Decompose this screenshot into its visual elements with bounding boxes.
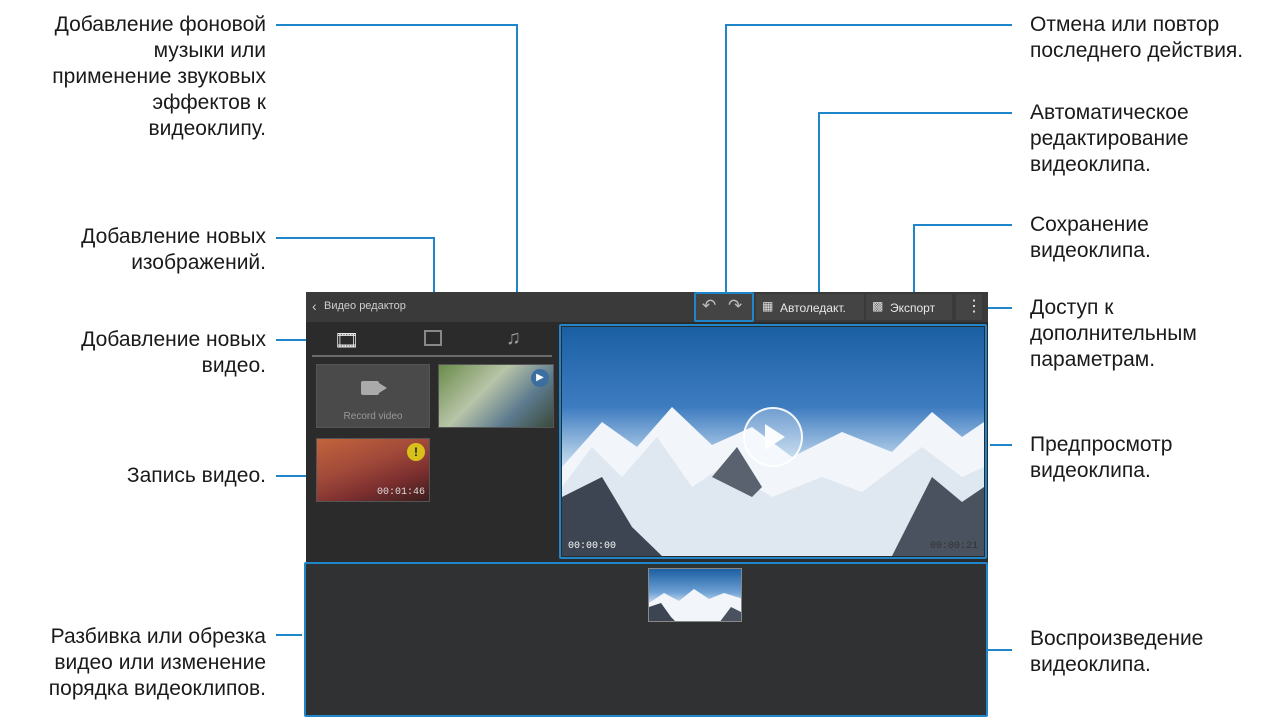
video-thumbnail-canyon[interactable]: ! 00:01:46: [316, 438, 430, 502]
callout-reorder: Разбивка или обрезка видео или изменение…: [48, 625, 266, 700]
warning-badge-icon: !: [407, 443, 425, 461]
camera-lens-icon: [379, 383, 387, 393]
record-video-label: Record video: [343, 411, 403, 422]
top-bar: ‹ Видео редактор ↶ ↷ ▦ Автоледакт. ▩ Экс…: [306, 292, 988, 322]
line-auto-edit: [818, 112, 1012, 292]
callout-save: Сохранение видеоклипа.: [1030, 213, 1151, 262]
film-icon: ▩: [872, 299, 884, 313]
line-music: [276, 24, 518, 320]
highlight-preview: [559, 324, 987, 559]
tab-image-icon[interactable]: [424, 330, 442, 346]
callout-play: Воспроизведение видеоклипа.: [1030, 627, 1204, 676]
export-label: Экспорт: [890, 301, 936, 315]
callout-more: Доступ к дополнительным параметрам.: [1030, 296, 1197, 371]
tab-video-film-icon[interactable]: 🎞: [334, 328, 359, 353]
clip-duration: 00:01:46: [376, 487, 425, 498]
highlight-timeline: [304, 562, 988, 717]
callout-record: Запись видео.: [126, 464, 266, 487]
callout-images: Добавление новых изображений.: [81, 225, 266, 274]
export-button[interactable]: ▩ Экспорт: [866, 294, 952, 320]
line-undo-redo: [725, 24, 1012, 292]
video-thumbnail-river[interactable]: ▶: [438, 364, 554, 428]
video-editor-screen: ‹ Видео редактор ↶ ↷ ▦ Автоледакт. ▩ Экс…: [304, 292, 988, 717]
more-vertical-icon: ⋮: [966, 298, 982, 315]
play-badge-icon: ▶: [531, 369, 549, 387]
tab-music-icon[interactable]: ♫: [506, 327, 521, 350]
callout-videos: Добавление новых видео.: [81, 328, 266, 377]
app-title: Видео редактор: [324, 300, 406, 312]
camera-icon: [361, 381, 379, 395]
media-tabs: 🎞 ♫: [306, 322, 556, 358]
record-video-tile[interactable]: Record video: [316, 364, 430, 428]
tab-underline: [312, 355, 552, 357]
auto-edit-button[interactable]: ▦ Автоледакт.: [756, 294, 864, 320]
callout-undo-redo: Отмена или повтор последнего действия.: [1030, 13, 1244, 62]
callout-music: Добавление фоновой музыки или применение…: [52, 13, 266, 140]
back-chevron-icon[interactable]: ‹: [312, 298, 317, 314]
callout-auto-edit: Автоматическое редактирование видеоклипа…: [1030, 101, 1189, 176]
callout-preview: Предпросмотр видеоклипа.: [1030, 433, 1173, 482]
auto-edit-label: Автоледакт.: [780, 301, 846, 315]
auto-edit-icon: ▦: [762, 299, 774, 313]
more-options-button[interactable]: ⋮: [956, 294, 982, 320]
line-save: [913, 224, 1012, 292]
highlight-undo-redo: [694, 292, 754, 322]
